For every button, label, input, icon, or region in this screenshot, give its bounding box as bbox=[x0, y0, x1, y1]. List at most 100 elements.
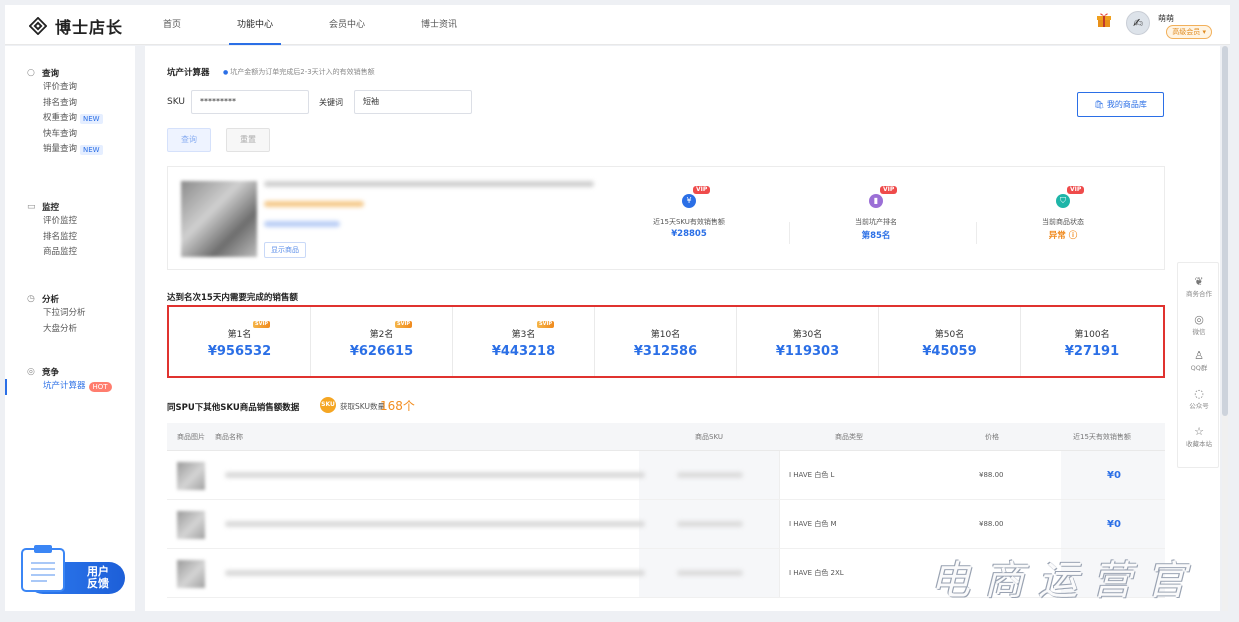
sku-input[interactable]: ********* bbox=[191, 90, 309, 114]
table-row[interactable]: I HAVE 白色 M ¥88.00 ¥0 bbox=[167, 500, 1165, 549]
wechat-icon: ◎ bbox=[1194, 313, 1204, 326]
sidebar-group-title: 分析 bbox=[42, 295, 60, 305]
wechat-link[interactable]: ◎ 微信 bbox=[1178, 313, 1220, 337]
sidebar-group-title: 监控 bbox=[42, 203, 60, 213]
col-header-image: 商品图片 bbox=[177, 433, 205, 441]
shield-icon: ⛉ bbox=[1056, 194, 1070, 208]
top-bar: 博士店长 首页 功能中心 会员中心 博士资讯 ✍ 萌萌 高级会员 ▾ bbox=[5, 5, 1230, 45]
float-label: 公众号 bbox=[1189, 402, 1209, 410]
vip-badge: VIP bbox=[693, 186, 711, 194]
product-sales: ¥0 bbox=[1107, 470, 1121, 481]
main-content: 坑产计算器 坑产金额为订单完成后2-3天计入的有效销售额 SKU *******… bbox=[145, 46, 1220, 611]
scrollbar-thumb[interactable] bbox=[1222, 46, 1228, 416]
product-card: 显示商品 VIP ¥ 近15天SKU有效销售额 ¥28805 VIP ▮ 当前坑… bbox=[167, 166, 1165, 270]
metric-pit-rank: VIP ▮ 当前坑产排名 第85名 bbox=[783, 167, 969, 271]
clipboard-icon bbox=[21, 545, 65, 592]
reset-button[interactable]: 重置 bbox=[226, 128, 270, 152]
sidebar-item-label: 商品监控 bbox=[43, 247, 78, 257]
sidebar-item-sales-query[interactable]: 销量查询 NEW bbox=[5, 142, 135, 158]
product-type: I HAVE 白色 M bbox=[789, 520, 837, 528]
business-cooperation-link[interactable]: ❦ 商务合作 bbox=[1178, 275, 1220, 299]
sidebar-item-label: 排名查询 bbox=[43, 97, 78, 108]
sidebar-group-header[interactable]: ▭ 监控 bbox=[5, 200, 135, 214]
sidebar-item-label: 快车查询 bbox=[43, 128, 78, 139]
sku-icon: SKU bbox=[320, 397, 336, 413]
sidebar-item-pit-calculator[interactable]: 坑产计算器 HOT bbox=[5, 379, 135, 395]
handshake-icon: ❦ bbox=[1194, 275, 1204, 288]
sidebar-item-label: 评价查询 bbox=[43, 82, 78, 92]
product-price: ¥88.00 bbox=[979, 520, 1004, 528]
main-nav: 首页 功能中心 会员中心 博士资讯 bbox=[163, 5, 513, 45]
sidebar-item-label: 销量查询 bbox=[43, 144, 78, 154]
metric-label: 当前商品状态 bbox=[1042, 218, 1084, 226]
sidebar-item-dropdown-analysis[interactable]: 下拉词分析 bbox=[5, 306, 135, 322]
feedback-button[interactable]: 用户 反馈 bbox=[21, 545, 125, 594]
rank-label: 第3名 bbox=[511, 330, 536, 340]
search-icon: ○ bbox=[27, 68, 35, 78]
vip-badge: VIP bbox=[880, 186, 898, 194]
member-level-dropdown[interactable]: 高级会员 ▾ bbox=[1166, 25, 1212, 39]
rank-label: 第100名 bbox=[1074, 330, 1110, 340]
sidebar-group-header[interactable]: ○ 查询 bbox=[5, 66, 135, 80]
avatar[interactable]: ✍ bbox=[1126, 11, 1150, 35]
product-name-blurred bbox=[225, 570, 645, 576]
nav-feature-center[interactable]: 功能中心 bbox=[229, 5, 282, 45]
rank-value: ¥443218 bbox=[491, 344, 556, 359]
metric-value: ¥28805 bbox=[671, 229, 707, 239]
query-button[interactable]: 查询 bbox=[167, 128, 211, 152]
col-header-sales: 近15天有效销售额 bbox=[1073, 433, 1131, 441]
bag-icon: 🛍︎ bbox=[1094, 100, 1107, 109]
sidebar-group-header[interactable]: ◎ 竞争 bbox=[5, 365, 135, 379]
rank-label: 第10名 bbox=[650, 330, 681, 340]
official-account-link[interactable]: ◌ 公众号 bbox=[1178, 387, 1220, 411]
rank-cell: SVIP 第2名 ¥626615 bbox=[311, 307, 453, 376]
nav-member-center[interactable]: 会员中心 bbox=[329, 5, 365, 45]
rank-cell: SVIP 第1名 ¥956532 bbox=[169, 307, 311, 376]
product-thumbnail bbox=[177, 560, 205, 588]
sidebar-item-label: 坑产计算器 bbox=[43, 381, 86, 391]
sidebar-item-product-monitor[interactable]: 商品监控 bbox=[5, 245, 135, 261]
sidebar-item-market-analysis[interactable]: 大盘分析 bbox=[5, 322, 135, 338]
my-product-library-button[interactable]: 🛍︎ 我的商品库 bbox=[1077, 92, 1164, 117]
sku-count: 168个 bbox=[380, 399, 415, 413]
float-label: 商务合作 bbox=[1186, 290, 1212, 298]
keyword-input[interactable]: 短袖 bbox=[354, 90, 472, 114]
sidebar-item-review-monitor[interactable]: 评价监控 bbox=[5, 214, 135, 230]
calculator-hint: 坑产金额为订单完成后2-3天计入的有效销售额 bbox=[223, 67, 374, 77]
product-name-blurred bbox=[225, 472, 645, 478]
sidebar-group-header[interactable]: ◷ 分析 bbox=[5, 292, 135, 306]
metric-product-status: VIP ⛉ 当前商品状态 异常 ⓘ bbox=[970, 167, 1156, 271]
page-title: 坑产计算器 bbox=[167, 68, 210, 78]
sidebar-item-label: 权重查询 bbox=[43, 113, 78, 123]
rank-label: 第2名 bbox=[369, 330, 394, 340]
qq-group-link[interactable]: ♙ QQ群 bbox=[1178, 349, 1220, 373]
nav-news[interactable]: 博士资讯 bbox=[421, 5, 457, 45]
nav-home[interactable]: 首页 bbox=[163, 5, 181, 45]
float-label: 收藏本站 bbox=[1186, 440, 1212, 448]
ranking-icon: ▮ bbox=[869, 194, 883, 208]
table-header bbox=[167, 423, 1165, 451]
metric-value: 第85名 bbox=[861, 231, 891, 241]
sidebar-item-rank-query[interactable]: 排名查询 bbox=[5, 96, 135, 112]
sidebar-item-weight-query[interactable]: 权重查询 NEW bbox=[5, 111, 135, 127]
product-price: ¥88.00 bbox=[979, 471, 1004, 479]
sidebar-item-rank-monitor[interactable]: 排名监控 bbox=[5, 230, 135, 246]
sidebar-item-review-query[interactable]: 评价查询 bbox=[5, 80, 135, 96]
sidebar-group-title: 竞争 bbox=[42, 368, 60, 378]
rank-targets: SVIP 第1名 ¥956532 SVIP 第2名 ¥626615 SVIP 第… bbox=[167, 305, 1165, 378]
rank-label: 第1名 bbox=[227, 330, 252, 340]
watermark: 电商运营官 bbox=[930, 558, 1200, 604]
product-thumbnail bbox=[177, 511, 205, 539]
bookmark-link[interactable]: ☆ 收藏本站 bbox=[1178, 425, 1220, 449]
gift-icon[interactable] bbox=[1096, 11, 1112, 27]
sku-count-label: 获取SKU数量 bbox=[340, 402, 385, 411]
sidebar-item-express-query[interactable]: 快车查询 bbox=[5, 127, 135, 143]
show-product-button[interactable]: 显示商品 bbox=[264, 242, 306, 258]
col-header-type: 商品类型 bbox=[835, 433, 863, 441]
sku-label: SKU bbox=[167, 97, 185, 107]
logo[interactable]: 博士店长 bbox=[29, 14, 123, 38]
rank-value: ¥27191 bbox=[1064, 344, 1120, 359]
col-header-price: 价格 bbox=[985, 433, 999, 441]
table-row[interactable]: I HAVE 白色 L ¥88.00 ¥0 bbox=[167, 451, 1165, 500]
rank-label: 第50名 bbox=[934, 330, 965, 340]
